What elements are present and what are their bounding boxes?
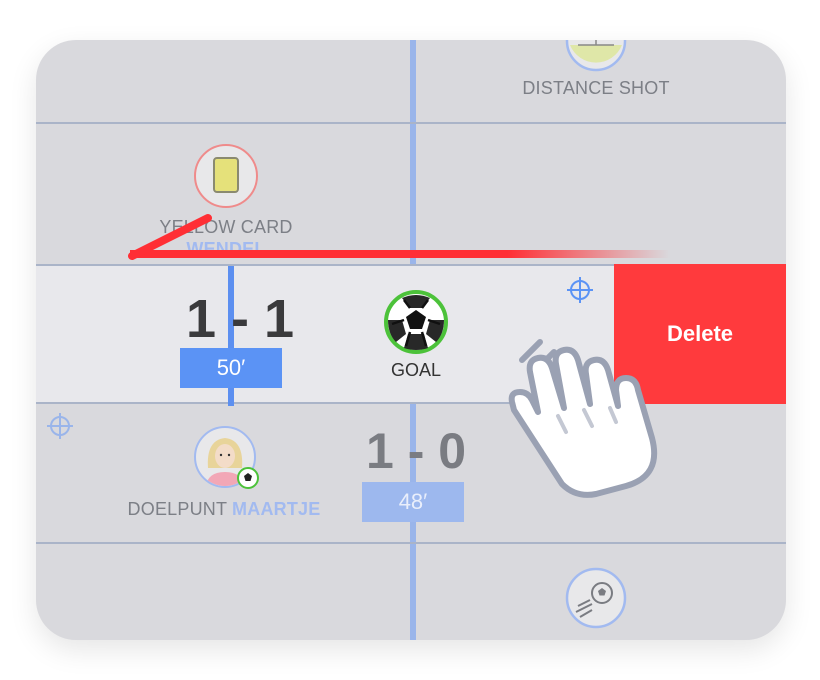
swipe-arrow-icon bbox=[128, 214, 670, 260]
goal-label: GOAL bbox=[390, 360, 442, 380]
row-divider bbox=[36, 542, 786, 544]
soccer-ball-icon bbox=[384, 290, 448, 354]
goal-score: 1 - 1 bbox=[186, 289, 295, 349]
goal-minute-badge: 50′ bbox=[180, 348, 282, 388]
doelpunt-label: DOELPUNT MAARTJE bbox=[127, 499, 321, 519]
doelpunt-score: 1 - 0 bbox=[366, 423, 467, 479]
field-goal-icon bbox=[565, 40, 627, 72]
soccer-ball-icon bbox=[237, 467, 259, 489]
crosshair-icon[interactable] bbox=[46, 412, 74, 440]
distance-shot-label: DISTANCE SHOT bbox=[522, 78, 670, 98]
doelpunt-minute-badge: 48′ bbox=[362, 482, 464, 522]
hand-swipe-icon bbox=[508, 339, 658, 498]
row-divider bbox=[36, 122, 786, 124]
yellow-card-icon bbox=[194, 144, 258, 208]
distance-shot-icon bbox=[565, 567, 627, 629]
